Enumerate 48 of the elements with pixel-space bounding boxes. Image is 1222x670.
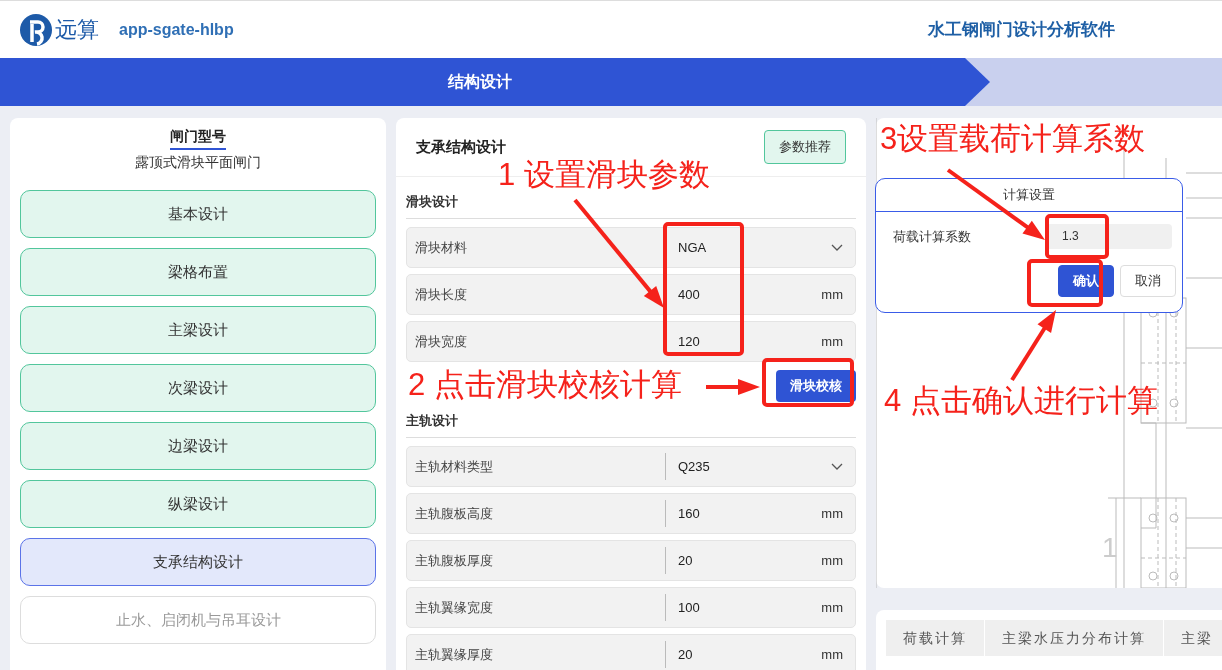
sidebar-item[interactable]: 边梁设计 — [20, 422, 376, 470]
logo-text: 远算 — [55, 15, 99, 44]
panel-title: 支承结构设计 — [416, 137, 506, 157]
logo-icon — [20, 13, 52, 46]
select-field[interactable]: NGA — [665, 234, 855, 261]
result-tab[interactable]: 荷载计算 — [886, 620, 985, 656]
step-tab[interactable]: 结构设计 — [0, 58, 990, 106]
field-label: 主轨腹板高度 — [414, 504, 494, 523]
app-name: app-sgate-hlbp — [119, 20, 234, 39]
input-field[interactable]: 100 mm — [665, 594, 855, 621]
input-field[interactable]: 20 mm — [665, 547, 855, 574]
input-field[interactable]: 20 mm — [665, 641, 855, 668]
annotation-text: 3设置载荷计算系数 — [880, 120, 1146, 158]
chevron-down-icon — [831, 462, 843, 471]
dialog-title: 计算设置 — [876, 179, 1182, 212]
sidebar-item[interactable]: 纵梁设计 — [20, 480, 376, 528]
sidebar-item[interactable]: 支承结构设计 — [20, 538, 376, 586]
sidebar-item[interactable]: 主梁设计 — [20, 306, 376, 354]
field-label: 主轨材料类型 — [414, 457, 494, 476]
gate-type-title: 闸门型号 — [170, 128, 226, 150]
dialog-button[interactable]: 确认 — [1058, 265, 1114, 297]
field-label: 滑块长度 — [414, 285, 468, 304]
check-button[interactable]: 滑块校核 — [776, 370, 856, 402]
select-field[interactable]: Q235 — [665, 453, 855, 480]
app-title: 水工钢闸门设计分析软件 — [928, 19, 1115, 41]
sidebar-item[interactable]: 梁格布置 — [20, 248, 376, 296]
recommend-button[interactable]: 参数推荐 — [764, 130, 846, 164]
field-label: 主轨翼缘宽度 — [414, 598, 494, 617]
highlight-box — [1045, 214, 1109, 259]
field-label: 荷载计算系数 — [893, 227, 972, 246]
annotation-text: 4 点击确认进行计算 — [884, 382, 1158, 420]
field-label: 主轨腹板厚度 — [414, 551, 494, 570]
chevron-down-icon — [831, 243, 843, 252]
input-field[interactable]: 160 mm — [665, 500, 855, 527]
result-tab[interactable]: 主梁 — [1164, 620, 1222, 656]
field-label: 滑块宽度 — [414, 332, 468, 351]
sidebar-item[interactable]: 基本设计 — [20, 190, 376, 238]
input-field[interactable]: 400 mm — [665, 281, 855, 308]
arrow — [706, 379, 760, 395]
result-tab[interactable]: 主梁水压力分布计算 — [985, 620, 1164, 656]
field-label: 主轨翼缘厚度 — [414, 645, 494, 664]
gate-type-name: 露顶式滑块平面闸门 — [135, 154, 261, 172]
arrow — [1010, 310, 1056, 382]
dialog-button[interactable]: 取消 — [1120, 265, 1176, 297]
field-label: 滑块材料 — [414, 238, 468, 257]
sidebar-item[interactable]: 次梁设计 — [20, 364, 376, 412]
input-field[interactable]: 120 mm — [665, 328, 855, 355]
input-field[interactable]: 1.3 — [1046, 224, 1172, 249]
